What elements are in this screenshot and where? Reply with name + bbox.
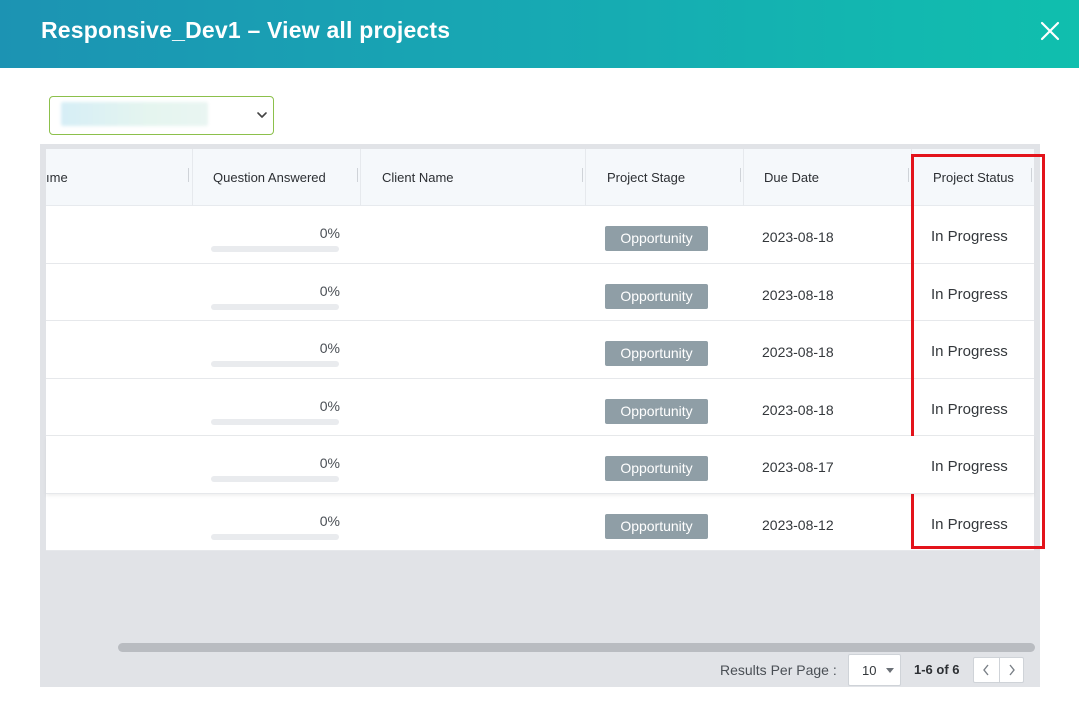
projects-table: ıme Question Answered Client Name Projec… [46,149,1034,551]
table-row[interactable]: 0% Opportunity 2023-08-18 In Progress [46,206,1034,264]
question-answered-percent: 0% [319,340,340,356]
progress-bar [211,476,339,482]
results-per-page-select[interactable]: 10 [848,654,901,686]
column-divider [743,149,744,206]
question-answered-percent: 0% [319,397,340,414]
column-divider [192,149,193,206]
project-stage-badge: Opportunity [605,513,708,539]
progress-bar [211,303,339,310]
column-separator [740,168,741,182]
table-row[interactable]: 0% Opportunity 2023-08-18 In Progress [46,378,1034,436]
table-row[interactable]: 0% Opportunity 2023-08-18 In Progress [46,263,1034,321]
question-answered-percent: 0% [319,455,340,471]
due-date: 2023-08-18 [762,344,834,360]
results-per-page-value: 10 [862,663,877,678]
project-status: In Progress [931,343,1008,360]
question-answered-percent: 0% [319,512,340,529]
table-row[interactable]: 0% Opportunity 2023-08-18 In Progress [46,321,1034,379]
due-date: 2023-08-18 [762,286,834,303]
workspace-dropdown[interactable] [49,96,274,135]
column-header-due-date[interactable]: Due Date [764,149,819,206]
dropdown-selected-value [61,102,208,126]
table-row[interactable]: 0% Opportunity 2023-08-17 In Progress [46,436,1034,494]
modal-header: Responsive_Dev1 – View all projects [0,0,1079,68]
column-separator [1031,168,1032,182]
column-separator [582,168,583,182]
project-stage-badge: Opportunity [605,456,708,481]
pagination-controls [973,657,1024,683]
progress-bar [211,533,339,540]
progress-bar [211,418,339,425]
table-row[interactable]: 0% Opportunity 2023-08-12 In Progress [46,493,1034,551]
modal-title: Responsive_Dev1 – View all projects [41,17,451,43]
due-date: 2023-08-12 [762,516,834,533]
project-stage-badge: Opportunity [605,226,708,251]
column-separator [188,168,189,182]
caret-down-icon [886,668,894,673]
project-status: In Progress [931,228,1008,245]
progress-bar [211,361,339,367]
next-page-button[interactable] [1000,658,1025,682]
pagination-range: 1-6 of 6 [914,662,960,677]
previous-page-button[interactable] [974,658,999,682]
question-answered-percent: 0% [319,282,340,299]
column-divider [911,149,912,206]
chevron-left-icon [983,664,989,676]
results-per-page-label: Results Per Page : [720,662,837,678]
progress-bar [211,246,339,252]
column-divider [360,149,361,206]
project-status: In Progress [931,458,1008,475]
column-separator [357,168,358,182]
due-date: 2023-08-18 [762,401,834,418]
chevron-right-icon [1009,664,1015,676]
column-divider [585,149,586,206]
project-status: In Progress [931,400,1008,418]
project-stage-badge: Opportunity [605,341,708,366]
due-date: 2023-08-18 [762,229,834,245]
due-date: 2023-08-17 [762,459,834,475]
project-stage-badge: Opportunity [605,283,708,309]
close-icon[interactable] [1039,20,1061,42]
horizontal-scrollbar[interactable] [118,643,1035,652]
column-separator [908,168,909,182]
question-answered-percent: 0% [319,225,340,241]
column-header-project-status[interactable]: Project Status [933,149,1014,206]
project-stage-badge: Opportunity [605,398,708,424]
project-status: In Progress [931,515,1008,533]
project-status: In Progress [931,285,1008,303]
column-header-project-stage[interactable]: Project Stage [607,149,685,206]
column-header-client-name[interactable]: Client Name [382,149,454,206]
column-header-name[interactable]: ıme [46,149,68,206]
chevron-down-icon [257,112,267,118]
column-header-question-answered[interactable]: Question Answered [213,149,326,206]
table-header: ıme Question Answered Client Name Projec… [46,149,1034,206]
projects-table-panel: ıme Question Answered Client Name Projec… [40,144,1040,687]
